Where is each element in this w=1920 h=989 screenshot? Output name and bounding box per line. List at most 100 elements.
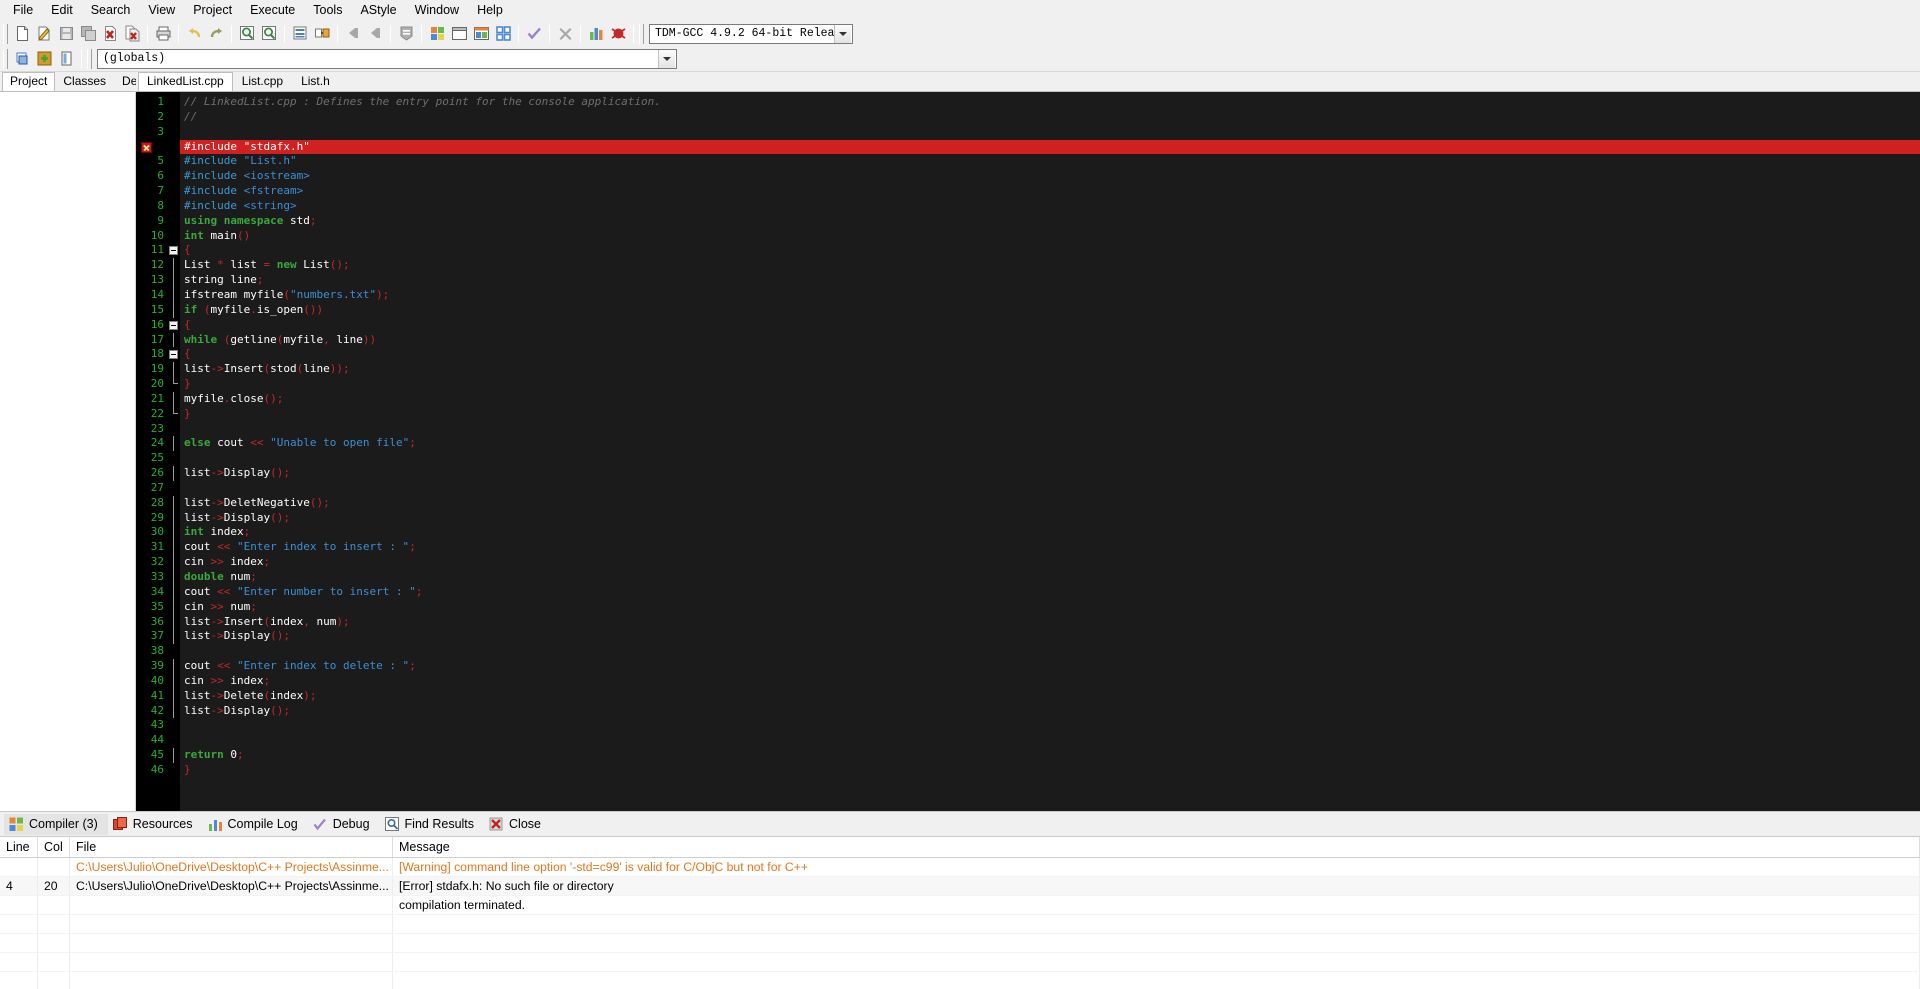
menu-item-tools[interactable]: Tools [304, 0, 351, 20]
code-line[interactable] [180, 733, 1920, 748]
column-header-message[interactable]: Message [393, 837, 1920, 857]
code-line[interactable]: // LinkedList.cpp : Defines the entry po… [180, 95, 1920, 110]
code-line[interactable] [180, 125, 1920, 140]
fold-toggle-icon[interactable] [169, 350, 178, 360]
run-icon[interactable] [448, 23, 470, 44]
message-tab-resources[interactable]: Resources [108, 814, 203, 835]
code-line[interactable]: if (myfile.is_open()) [180, 303, 1920, 318]
message-tab-compiler-3-[interactable]: Compiler (3) [4, 813, 108, 835]
code-line[interactable]: string line; [180, 273, 1920, 288]
toolbar-grip[interactable] [3, 23, 8, 44]
print-icon[interactable] [152, 23, 174, 44]
code-line[interactable]: while (getline(myfile, line)) [180, 333, 1920, 348]
syntax-check-icon[interactable] [523, 23, 545, 44]
code-line[interactable]: list->Display(); [180, 466, 1920, 481]
code-line[interactable]: #include <string> [180, 199, 1920, 214]
code-line[interactable] [180, 451, 1920, 466]
code-line[interactable]: cin >> index; [180, 555, 1920, 570]
compiler-messages-grid[interactable]: Line Col File Message C:\Users\Julio\OneDri… [0, 836, 1920, 989]
code-line[interactable]: { [180, 243, 1920, 258]
stop-icon[interactable] [554, 23, 576, 44]
code-line[interactable]: cout << "Enter index to delete : "; [180, 659, 1920, 674]
find-icon[interactable] [236, 23, 258, 44]
editor-tab-linkedlist-cpp[interactable]: LinkedList.cpp [138, 72, 233, 91]
close-file-icon[interactable] [99, 23, 121, 44]
save-icon[interactable] [55, 23, 77, 44]
code-line-error[interactable]: #include "stdafx.h" [180, 139, 1920, 155]
chevron-down-icon[interactable] [834, 24, 851, 43]
message-tab-debug[interactable]: Debug [308, 814, 380, 835]
insert-icon[interactable] [11, 48, 33, 69]
forward-icon[interactable] [364, 23, 386, 44]
code-line[interactable]: int main() [180, 229, 1920, 244]
code-line[interactable]: #include <iostream> [180, 169, 1920, 184]
column-header-file[interactable]: File [70, 837, 393, 857]
toolbar-grip[interactable] [639, 23, 644, 44]
code-line[interactable]: list->Delete(index); [180, 689, 1920, 704]
toggle-bookmark-icon[interactable] [395, 23, 417, 44]
code-line[interactable]: cin >> index; [180, 674, 1920, 689]
message-row[interactable]: compilation terminated. [0, 896, 1920, 915]
code-line[interactable]: // [180, 110, 1920, 125]
message-tab-compile-log[interactable]: Compile Log [203, 814, 308, 835]
menu-item-edit[interactable]: Edit [42, 0, 82, 20]
menu-item-file[interactable]: File [4, 0, 42, 20]
code-line[interactable] [180, 644, 1920, 659]
code-line[interactable]: else cout << "Unable to open file"; [180, 436, 1920, 451]
editor-tab-list-h[interactable]: List.h [292, 72, 339, 91]
menu-item-search[interactable]: Search [82, 0, 140, 20]
column-header-col[interactable]: Col [38, 837, 70, 857]
code-text-area[interactable]: // LinkedList.cpp : Defines the entry po… [180, 92, 1920, 811]
code-line[interactable]: #include <fstream> [180, 184, 1920, 199]
rebuild-all-icon[interactable] [492, 23, 514, 44]
code-line[interactable]: myfile.close(); [180, 392, 1920, 407]
code-line[interactable]: cout << "Enter index to insert : "; [180, 540, 1920, 555]
profile-icon[interactable] [585, 23, 607, 44]
code-line[interactable]: return 0; [180, 748, 1920, 763]
debug-icon[interactable] [607, 23, 629, 44]
chevron-down-icon[interactable] [658, 49, 675, 68]
project-tab-project[interactable]: Project [2, 72, 56, 91]
code-line[interactable]: list->Display(); [180, 704, 1920, 719]
menu-item-view[interactable]: View [139, 0, 184, 20]
goto-function-icon[interactable] [55, 48, 77, 69]
project-tab-classes[interactable]: Classes [55, 72, 115, 91]
code-line[interactable]: #include "List.h" [180, 154, 1920, 169]
code-line[interactable]: cin >> num; [180, 600, 1920, 615]
fold-toggle-icon[interactable] [169, 246, 178, 256]
menu-item-project[interactable]: Project [184, 0, 241, 20]
project-tree[interactable] [0, 91, 135, 811]
code-line[interactable]: cout << "Enter number to insert : "; [180, 585, 1920, 600]
code-line[interactable]: } [180, 763, 1920, 778]
menu-item-execute[interactable]: Execute [241, 0, 304, 20]
back-icon[interactable] [342, 23, 364, 44]
code-line[interactable]: list->Display(); [180, 629, 1920, 644]
editor-tab-list-cpp[interactable]: List.cpp [232, 72, 293, 91]
compile-run-icon[interactable] [470, 23, 492, 44]
code-line[interactable] [180, 481, 1920, 496]
message-tab-find-results[interactable]: Find Results [380, 814, 484, 835]
scope-select[interactable]: (globals) [97, 48, 677, 69]
code-line[interactable]: double num; [180, 570, 1920, 585]
message-row[interactable]: 4 20 C:\Users\Julio\OneDrive\Desktop\C++ P… [0, 877, 1920, 896]
open-file-icon[interactable] [33, 23, 55, 44]
goto-line-icon[interactable] [289, 23, 311, 44]
toggle-icon[interactable] [33, 48, 55, 69]
column-header-line[interactable]: Line [0, 837, 38, 857]
menu-item-help[interactable]: Help [468, 0, 512, 20]
toolbar-grip[interactable] [3, 48, 8, 69]
replace-icon[interactable] [311, 23, 333, 44]
code-line[interactable]: } [180, 377, 1920, 392]
menu-item-astyle[interactable]: AStyle [351, 0, 405, 20]
code-line[interactable]: List * list = new List(); [180, 258, 1920, 273]
code-line[interactable]: list->Display(); [180, 511, 1920, 526]
close-all-icon[interactable] [121, 23, 143, 44]
code-line[interactable]: { [180, 347, 1920, 362]
toolbar-grip[interactable] [87, 48, 92, 69]
message-row[interactable]: C:\Users\Julio\OneDrive\Desktop\C++ Proj… [0, 858, 1920, 877]
code-line[interactable] [180, 718, 1920, 733]
fold-toggle-icon[interactable] [169, 320, 178, 330]
code-line[interactable]: { [180, 318, 1920, 333]
compiler-select[interactable]: TDM-GCC 4.9.2 64-bit Release [649, 23, 853, 44]
message-tab-close[interactable]: Close [484, 814, 551, 835]
